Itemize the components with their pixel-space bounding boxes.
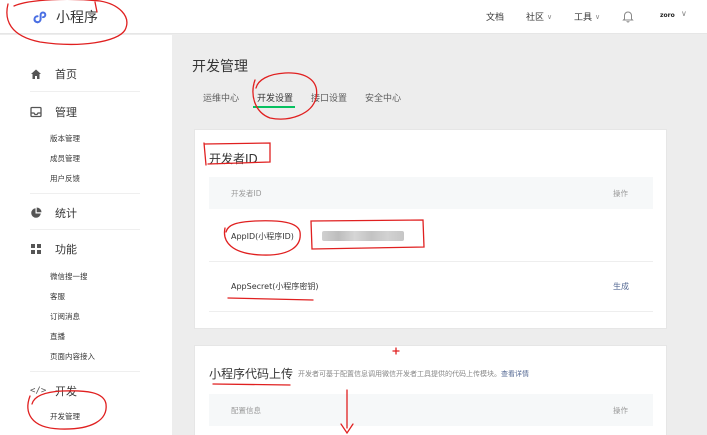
sidebar-subitem-content-access[interactable]: 页面内容接入 (50, 351, 95, 362)
sidebar-subitem-subscribe-message[interactable]: 订阅消息 (50, 311, 80, 322)
chevron-down-icon: ∨ (595, 12, 601, 21)
tab-dev-settings[interactable]: 开发设置 (257, 91, 293, 104)
sidebar-item-home[interactable]: 首页 (30, 66, 77, 82)
row-divider (209, 261, 653, 262)
code-icon: </> (30, 386, 47, 396)
tab-security-center[interactable]: 安全中心 (365, 91, 401, 104)
sidebar-item-label: 管理 (55, 106, 77, 119)
top-menu-label: 工具 (574, 13, 593, 23)
divider (30, 193, 140, 194)
tab-ops-center[interactable]: 运维中心 (203, 91, 239, 104)
mini-program-logo-icon (30, 8, 48, 26)
description-text: 开发者可基于配置信息调用微信开发者工具提供的代码上传模块。 (298, 370, 501, 378)
appid-label: AppID(小程序ID) (231, 232, 294, 241)
top-bar: 小程序 文档 社区 ∨ 工具 ∨ zoro ∨ (0, 0, 707, 34)
sidebar-subitem-customer-service[interactable]: 客服 (50, 291, 65, 302)
divider (30, 371, 140, 372)
sidebar-item-label: 功能 (55, 243, 77, 256)
top-menu-docs[interactable]: 文档 (486, 10, 504, 23)
sidebar-item-label: 统计 (55, 207, 77, 220)
top-menu-tools[interactable]: 工具 ∨ (574, 10, 601, 24)
active-tab-indicator (253, 106, 295, 108)
top-menu-label: 文档 (486, 13, 505, 23)
sidebar-subitem-members[interactable]: 成员管理 (50, 153, 80, 164)
page-title: 开发管理 (192, 59, 248, 75)
tab-bar: 运维中心 开发设置 接口设置 安全中心 (203, 91, 419, 104)
appsecret-label: AppSecret(小程序密钥) (231, 282, 319, 291)
code-upload-card: 小程序代码上传 配置信息 操作 (194, 345, 667, 435)
sidebar-item-stats[interactable]: 统计 (30, 205, 77, 221)
sidebar-subitem-live[interactable]: 直播 (50, 331, 65, 342)
code-upload-table-header: 配置信息 操作 (209, 394, 653, 426)
sidebar-item-label: 首页 (55, 68, 77, 81)
pie-chart-icon (31, 207, 42, 218)
bell-icon[interactable] (621, 9, 635, 23)
developer-id-title: 开发者ID (209, 152, 258, 166)
row-divider (209, 311, 653, 312)
chevron-down-icon: ∨ (547, 12, 553, 21)
grid-icon (31, 244, 41, 254)
sidebar-subitem-version[interactable]: 版本管理 (50, 133, 80, 144)
sidebar: 首页 管理 版本管理 成员管理 用户反馈 统计 功能 微信搜一搜 客服 订阅消息… (0, 35, 172, 435)
generate-secret-link[interactable]: 生成 (613, 281, 629, 292)
sidebar-item-features[interactable]: 功能 (30, 241, 77, 257)
developer-id-card: 开发者ID 开发者ID 操作 AppID(小程序ID) AppSecret(小程… (194, 129, 667, 329)
column-header-action: 操作 (613, 406, 628, 415)
sidebar-item-manage[interactable]: 管理 (30, 104, 77, 120)
home-icon (31, 69, 41, 79)
brand-name: 小程序 (56, 10, 98, 26)
code-upload-description: 开发者可基于配置信息调用微信开发者工具提供的代码上传模块。查看详情 (298, 369, 529, 379)
developer-id-table-header: 开发者ID 操作 (209, 177, 653, 209)
user-name[interactable]: zoro (660, 12, 675, 19)
inbox-icon (30, 106, 42, 118)
top-menu-community[interactable]: 社区 ∨ (526, 10, 553, 24)
divider (30, 91, 140, 92)
sidebar-subitem-feedback[interactable]: 用户反馈 (50, 173, 80, 184)
divider (30, 229, 140, 230)
appid-value-blurred (322, 231, 404, 241)
brand[interactable]: 小程序 (30, 7, 98, 27)
sidebar-item-develop[interactable]: </> 开发 (30, 383, 77, 399)
sidebar-subitem-search[interactable]: 微信搜一搜 (50, 271, 88, 282)
sidebar-subitem-dev-manage[interactable]: 开发管理 (50, 411, 80, 422)
column-header-action: 操作 (613, 189, 628, 198)
view-details-link[interactable]: 查看详情 (501, 370, 529, 378)
column-header-config: 配置信息 (231, 406, 261, 415)
sidebar-item-label: 开发 (55, 385, 77, 398)
code-upload-title: 小程序代码上传 (209, 367, 294, 381)
column-header-id: 开发者ID (231, 189, 262, 198)
chevron-down-icon[interactable]: ∨ (681, 9, 687, 18)
tab-api-settings[interactable]: 接口设置 (311, 91, 347, 104)
top-menu-label: 社区 (526, 13, 545, 23)
